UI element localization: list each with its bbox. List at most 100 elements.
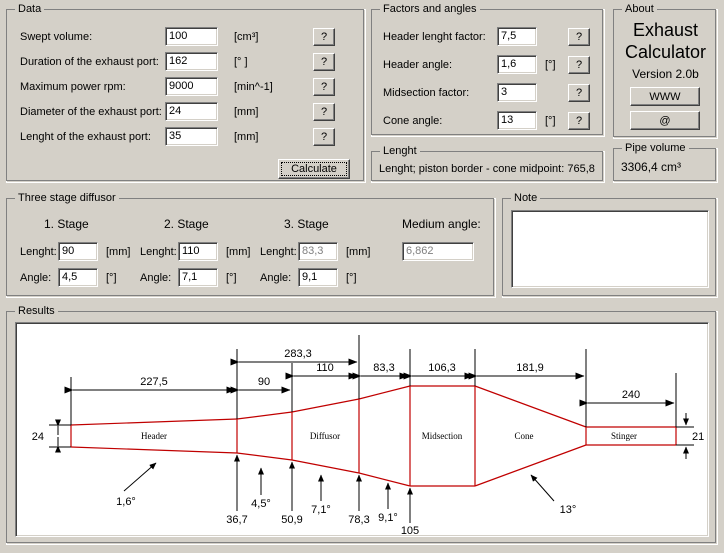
stage-3-angle-unit: [°] — [346, 272, 357, 284]
stage-2-angle-unit: [°] — [226, 272, 237, 284]
calculate-button[interactable]: Calculate — [278, 159, 350, 179]
exhaust-port-duration-help-button[interactable]: ? — [313, 53, 335, 71]
cone-angle-input[interactable]: 13 — [497, 111, 537, 130]
angle-1-6-leader — [123, 462, 157, 492]
stage3-bottom-edge — [358, 472, 411, 487]
stage-3-angle-input[interactable]: 9,1 — [298, 268, 338, 287]
stage-1-angle-input[interactable]: 4,5 — [58, 268, 98, 287]
stage-2-angle-input[interactable]: 7,1 — [178, 268, 218, 287]
dimtext-36-7: 36,7 — [226, 514, 247, 526]
medium-angle-input: 6,862 — [402, 242, 474, 261]
stage-3-lenght-label: Lenght: — [260, 246, 297, 258]
app-name-line1: Exhaust — [632, 20, 699, 40]
angletext-9-1: 9,1° — [378, 512, 398, 524]
stage-3-header: 3. Stage — [284, 217, 329, 231]
lenght-piston-cone-text: Lenght; piston border - cone midpoint: 7… — [379, 163, 595, 175]
about-groupbox: About Exhaust Calculator Version 2.0b WW… — [613, 3, 718, 139]
swept-volume-label: Swept volume: — [20, 31, 93, 43]
www-button[interactable]: WWW — [630, 87, 700, 106]
stage-3-angle-label: Angle: — [260, 272, 292, 284]
exhaust-port-duration-unit: [° ] — [234, 56, 248, 68]
cone-top-edge — [474, 385, 587, 428]
exhaust-port-duration-label: Duration of the exhaust port: — [20, 56, 159, 68]
about-groupbox-title: About — [622, 3, 657, 15]
medium-angle-label: Medium angle: — [402, 217, 481, 231]
stage-1-lenght-unit: [mm] — [106, 246, 131, 258]
cone-bottom-edge — [474, 444, 587, 487]
cone-angle-label: Cone angle: — [383, 115, 443, 127]
angletext-13: 13° — [560, 504, 577, 516]
app-name-line2: Calculator — [624, 42, 707, 62]
header-top-edge — [70, 418, 238, 426]
stage-1-lenght-input[interactable]: 90 — [58, 242, 98, 261]
section-label-header: Header — [141, 431, 167, 441]
three-stage-diffusor-groupbox: Three stage diffusor 1. Stage 2. Stage 3… — [6, 192, 496, 298]
stage-1-lenght-label: Lenght: — [20, 246, 57, 258]
exhaust-port-diameter-unit: [mm] — [234, 106, 259, 118]
midsection-factor-help-button[interactable]: ? — [568, 84, 590, 102]
pipe-volume-groupbox: Pipe volume 3306,4 cm³ — [613, 142, 718, 183]
app-version: Version 2.0b — [632, 67, 699, 81]
stage-2-angle-label: Angle: — [140, 272, 172, 284]
max-power-rpm-label: Maximum power rpm: — [20, 81, 126, 93]
exhaust-port-lenght-unit: [mm] — [234, 131, 259, 143]
header-angle-help-button[interactable]: ? — [568, 56, 590, 74]
header-lenght-factor-label: Header lenght factor: — [383, 31, 486, 43]
exhaust-port-diameter-input[interactable]: 24 — [165, 102, 218, 121]
dimtext-78-3: 78,3 — [348, 514, 369, 526]
stage-2-lenght-label: Lenght: — [140, 246, 177, 258]
dimtext-181-9: 181,9 — [516, 362, 544, 374]
angletext-4-5: 4,5° — [251, 498, 271, 510]
stage-1-angle-label: Angle: — [20, 272, 52, 284]
dimtext-110: 110 — [316, 362, 334, 374]
stage1-bottom-edge — [236, 452, 293, 461]
data-groupbox-title: Data — [15, 3, 45, 15]
stage2-top-edge — [291, 398, 360, 413]
factors-groupbox-title: Factors and angles — [380, 3, 480, 15]
section-label-diffusor: Diffusor — [310, 431, 340, 441]
header-lenght-factor-input[interactable]: 7,5 — [497, 27, 537, 46]
email-button[interactable]: @ — [630, 111, 700, 130]
dimtext-83-3: 83,3 — [373, 362, 394, 374]
dimtext-105: 105 — [401, 525, 419, 536]
exhaust-pipe-diagram: Header Diffusor Midsection Cone Stinger — [32, 335, 704, 536]
midsection-factor-label: Midsection factor: — [383, 87, 470, 99]
header-angle-input[interactable]: 1,6 — [497, 55, 537, 74]
dimtext-21: 21 — [692, 431, 704, 443]
dimtext-283-3: 283,3 — [284, 348, 312, 360]
lenght-groupbox-title: Lenght — [380, 145, 420, 157]
exhaust-port-diameter-help-button[interactable]: ? — [313, 103, 335, 121]
section-label-cone: Cone — [515, 431, 534, 441]
diffusor-groupbox-title: Three stage diffusor — [15, 192, 119, 204]
header-angle-label: Header angle: — [383, 59, 453, 71]
dimtext-50-9: 50,9 — [281, 514, 302, 526]
midsection-factor-input[interactable]: 3 — [497, 83, 537, 102]
results-groupbox-title: Results — [15, 305, 58, 317]
cone-angle-help-button[interactable]: ? — [568, 112, 590, 130]
header-lenght-factor-help-button[interactable]: ? — [568, 28, 590, 46]
pipe-volume-groupbox-title: Pipe volume — [622, 142, 689, 154]
stage-2-header: 2. Stage — [164, 217, 209, 231]
swept-volume-help-button[interactable]: ? — [313, 28, 335, 46]
exhaust-port-lenght-input[interactable]: 35 — [165, 127, 218, 146]
stage-2-lenght-input[interactable]: 110 — [178, 242, 218, 261]
max-power-rpm-unit: [min^-1] — [234, 81, 273, 93]
exhaust-port-lenght-label: Lenght of the exhaust port: — [20, 131, 151, 143]
lenght-groupbox: Lenght Lenght; piston border - cone midp… — [371, 145, 605, 183]
results-diagram-panel: Header Diffusor Midsection Cone Stinger — [15, 322, 709, 537]
stage3-top-edge — [358, 385, 411, 400]
exhaust-port-duration-input[interactable]: 162 — [165, 52, 218, 71]
exhaust-port-lenght-help-button[interactable]: ? — [313, 128, 335, 146]
stage-3-lenght-input: 83,3 — [298, 242, 338, 261]
angle-callout-leaders — [123, 462, 555, 509]
note-textarea[interactable] — [511, 210, 709, 288]
section-label-midsection: Midsection — [422, 431, 463, 441]
angletext-1-6: 1,6° — [116, 496, 136, 508]
left-diameter-dimension — [49, 419, 71, 453]
stage2-bottom-edge — [291, 459, 360, 474]
max-power-rpm-input[interactable]: 9000 — [165, 77, 218, 96]
stage-1-header: 1. Stage — [44, 217, 89, 231]
stage-2-lenght-unit: [mm] — [226, 246, 251, 258]
max-power-rpm-help-button[interactable]: ? — [313, 78, 335, 96]
swept-volume-input[interactable]: 100 — [165, 27, 218, 46]
